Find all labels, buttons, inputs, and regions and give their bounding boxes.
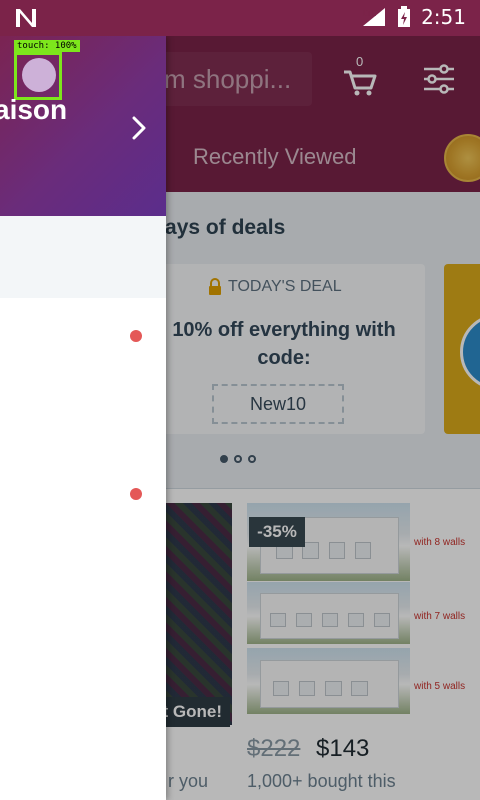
deal-title: 10% off everything with code:: [172, 319, 396, 369]
deal-tag: TODAY'S DEAL: [208, 278, 342, 296]
coin-icon[interactable]: [444, 134, 480, 182]
signal-icon: LTE: [363, 8, 386, 26]
navigation-drawer: touch: 100% aison: [0, 36, 166, 800]
user-name: aison: [0, 94, 68, 125]
product-image-tent-7-walls[interactable]: [247, 582, 410, 644]
carousel-dot: [248, 455, 256, 463]
cart-count-badge: 0: [356, 54, 364, 69]
battery-charging-icon: [398, 6, 411, 27]
notification-dot: [130, 488, 142, 500]
drawer-header[interactable]: touch: 100% aison: [0, 36, 166, 216]
tab-recently-viewed[interactable]: Recently Viewed: [193, 144, 356, 170]
deal-tag-label: TODAY'S DEAL: [228, 278, 342, 295]
sliders-icon: [424, 64, 454, 94]
touch-indicator-label: touch: 100%: [14, 40, 80, 52]
notification-n-icon: [16, 9, 36, 27]
clock-icon: [460, 314, 480, 390]
carousel-dot: [234, 455, 242, 463]
walls-label: with 8 walls: [414, 537, 466, 548]
status-bar: LTE 2:51: [0, 0, 480, 36]
drawer-section-header: [0, 216, 166, 298]
chevron-right-icon[interactable]: [130, 114, 148, 142]
original-price: $222: [247, 735, 301, 762]
carousel-dot-active: [220, 455, 228, 463]
walls-label: with 5 walls: [414, 681, 466, 692]
bought-count: 1,000+ bought this: [247, 771, 396, 791]
discount-badge: -35%: [249, 517, 305, 547]
status-time: 2:51: [421, 5, 466, 29]
product-caption: r you: [168, 771, 209, 791]
notification-dot: [130, 330, 142, 342]
deal-code[interactable]: New10: [212, 384, 344, 424]
touch-highlight-box: [14, 52, 62, 100]
product-image-tent-5-walls[interactable]: [247, 648, 410, 714]
cart-button[interactable]: 0: [342, 54, 378, 98]
deal-card-next[interactable]: [444, 264, 480, 434]
carousel-indicator: [220, 455, 256, 463]
network-type-label: LTE: [363, 9, 376, 18]
lock-icon: [209, 278, 221, 295]
sale-price: $143: [316, 735, 370, 762]
filter-button[interactable]: [422, 62, 456, 96]
walls-label: with 7 walls: [414, 611, 466, 622]
